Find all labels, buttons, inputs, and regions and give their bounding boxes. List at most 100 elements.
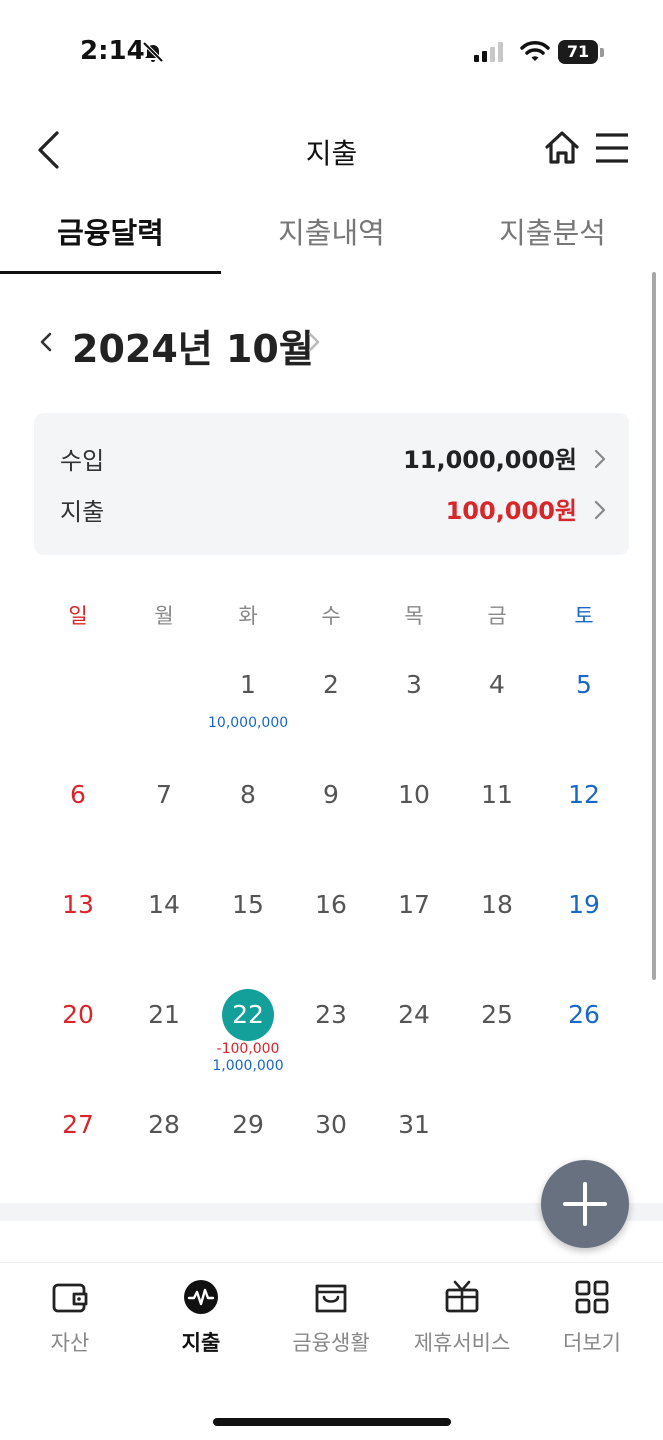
day-number: 9 [323,780,339,809]
calendar-day[interactable]: 20 [38,989,118,1079]
active-tab-indicator [0,271,221,274]
chevron-left-icon [40,332,52,352]
income-label: 수입 [60,447,105,475]
calendar-day[interactable]: 21 [124,989,204,1079]
calendar-day[interactable]: 28 [124,1099,204,1189]
day-number: 17 [398,890,430,919]
status-time: 2:14 [80,36,145,66]
chevron-right-icon [594,449,606,469]
day-number: 29 [232,1110,264,1139]
chevron-right-icon [594,500,606,520]
expense-summary-row[interactable]: 지출 100,000원 [34,486,629,532]
battery-cap [600,48,604,57]
day-number: 1 [240,670,256,699]
nav-more[interactable]: 더보기 [527,1277,657,1357]
calendar-day[interactable]: 2 [291,659,371,749]
nav-assets[interactable]: 자산 [5,1277,135,1357]
previous-month-button[interactable] [34,328,58,356]
day-number: 6 [70,780,86,809]
calendar-day[interactable]: 8 [208,769,288,859]
hamburger-menu-icon [596,133,628,163]
shopping-bag-icon [315,1284,347,1313]
status-bar: 2:14 71 [0,0,663,100]
calendar-day[interactable]: 11 [457,769,537,859]
calendar-day[interactable]: 26 [544,989,624,1079]
calendar-day[interactable]: 19 [544,879,624,969]
calendar-day[interactable]: 18 [457,879,537,969]
menu-button[interactable] [594,130,630,166]
weekday-sat: 토 [574,604,594,628]
calendar-day[interactable]: 12 [544,769,624,859]
current-month-label: 2024년 10월 [72,327,314,371]
chevron-right-icon [308,332,320,352]
tab-expense-history[interactable]: 지출내역 [221,205,442,271]
day-number: 13 [62,890,94,919]
nav-label: 지출 [181,1331,221,1355]
day-number: 31 [398,1110,430,1139]
calendar-day[interactable]: 17 [374,879,454,969]
calendar-day[interactable]: 14 [124,879,204,969]
calendar-day[interactable]: 4 [457,659,537,749]
calendar-day[interactable]: 31 [374,1099,454,1189]
calendar-day[interactable]: 29 [208,1099,288,1189]
calendar-day[interactable]: 3 [374,659,454,749]
expense-total: 100,000원 [445,497,577,525]
calendar-day[interactable]: 15 [208,879,288,969]
day-number: 28 [148,1110,180,1139]
income-summary-row[interactable]: 수입 11,000,000원 [34,435,629,481]
day-number: 21 [148,1000,180,1029]
calendar-day[interactable]: 7 [124,769,204,859]
day-number: 5 [576,670,592,699]
bell-muted-icon [142,41,164,63]
gift-icon [445,1280,479,1313]
grid-icon [575,1280,609,1314]
battery-indicator: 71 [558,40,598,64]
day-number: 11 [481,780,513,809]
calendar-day[interactable]: 30 [291,1099,371,1189]
day-number: 23 [315,1000,347,1029]
tab-expense-analysis[interactable]: 지출분석 [442,205,663,271]
day-number: 10 [398,780,430,809]
calendar-day[interactable]: 10 [374,769,454,859]
income-total: 11,000,000원 [403,446,577,474]
tab-bar: 금융달력 지출내역 지출분석 [0,205,663,274]
nav-financial-life[interactable]: 금융생활 [266,1277,396,1357]
calendar-day[interactable]: 24 [374,989,454,1079]
calendar-day[interactable]: 27 [38,1099,118,1189]
weekday-header: 일 월 화 수 목 금 토 [0,600,663,634]
day-number: 12 [568,780,600,809]
weekday-tue: 화 [238,604,258,628]
day-number: 7 [156,780,172,809]
calendar-day[interactable]: 1 10,000,000 [208,659,288,749]
weekday-wed: 수 [321,604,341,628]
day-number: 20 [62,1000,94,1029]
bottom-navigation: 자산 지출 금융생활 제휴서비스 더보기 [0,1262,663,1372]
day-number: 15 [232,890,264,919]
home-button[interactable] [542,128,582,168]
day-number: 24 [398,1000,430,1029]
weekday-sun: 일 [68,604,88,628]
calendar-day[interactable]: 5 [544,659,624,749]
day-number: 26 [568,1000,600,1029]
wifi-icon [520,41,550,61]
day-number: 27 [62,1110,94,1139]
tab-financial-calendar[interactable]: 금융달력 [0,205,221,271]
add-entry-button[interactable] [541,1160,629,1248]
cellular-signal-icon [474,42,503,62]
nav-partner-services[interactable]: 제휴서비스 [397,1277,527,1357]
calendar-day-today[interactable]: 22 -100,000 1,000,000 [208,989,288,1079]
weekday-thu: 목 [404,604,424,628]
nav-expense[interactable]: 지출 [136,1277,266,1357]
calendar-day[interactable]: 13 [38,879,118,969]
calendar-day[interactable]: 9 [291,769,371,859]
nav-label: 금융생활 [292,1331,370,1355]
day-number: 25 [481,1000,513,1029]
day-number: 8 [240,780,256,809]
calendar-day[interactable]: 23 [291,989,371,1079]
calendar-day[interactable]: 16 [291,879,371,969]
calendar-day[interactable]: 25 [457,989,537,1079]
next-month-button[interactable] [302,328,326,356]
expense-label: 지출 [60,498,105,526]
calendar-day[interactable]: 6 [38,769,118,859]
day-number: 18 [481,890,513,919]
